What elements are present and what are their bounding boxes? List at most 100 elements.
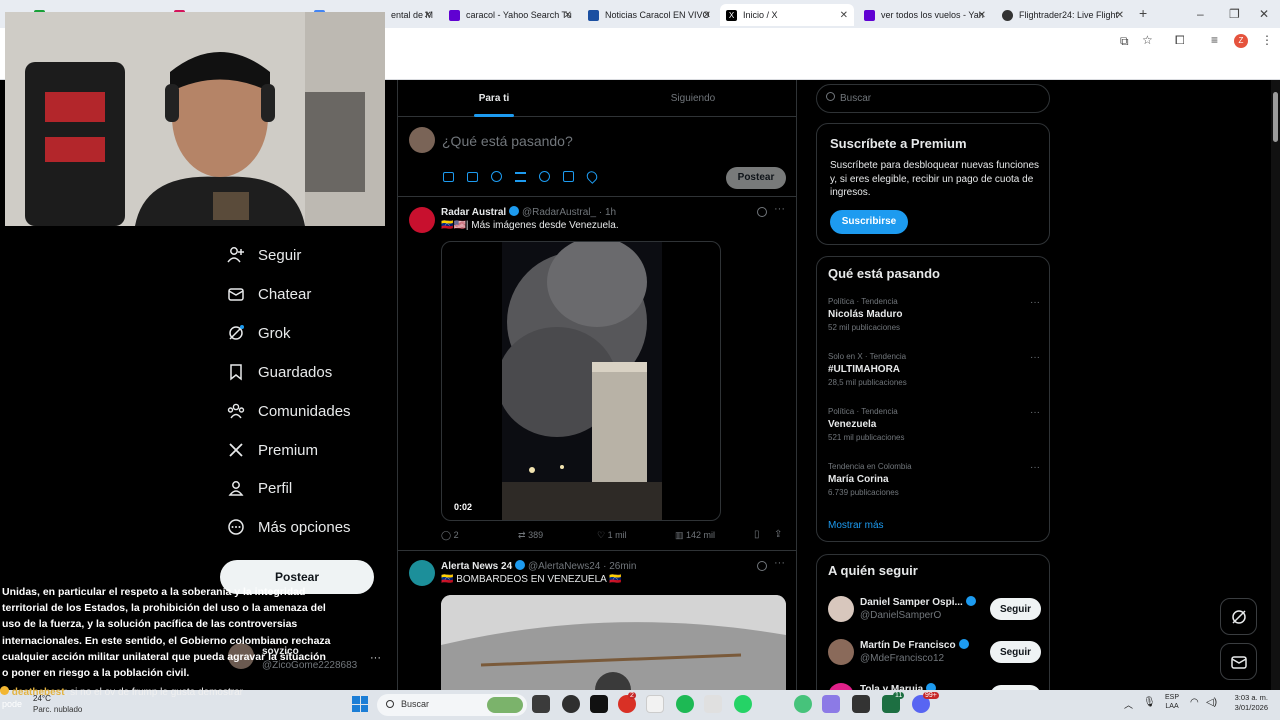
- weather-temp[interactable]: 24°C: [33, 694, 51, 703]
- poll-icon[interactable]: [515, 172, 526, 182]
- nav-item-guardados[interactable]: Guardados: [226, 357, 332, 387]
- suggestion-name[interactable]: Martín De Francisco: [860, 639, 969, 651]
- profile-avatar[interactable]: Z: [1234, 34, 1248, 48]
- suggestion-name[interactable]: Daniel Samper Ospi...: [860, 596, 976, 608]
- game-icon[interactable]: [822, 695, 840, 713]
- close-tab-icon[interactable]: ✕: [424, 10, 432, 21]
- post-handle[interactable]: @RadarAustral_: [522, 207, 596, 218]
- like-button[interactable]: ♡ 1 mil: [597, 530, 627, 541]
- repost-button[interactable]: ⇄ 389: [518, 530, 543, 541]
- browser-tab[interactable]: ver todos los vuelos - Yah ✕: [858, 4, 992, 26]
- close-window-button[interactable]: ✕: [1259, 7, 1269, 21]
- subscribe-button[interactable]: Suscribirse: [830, 210, 908, 234]
- show-more-link[interactable]: Mostrar más: [828, 520, 884, 531]
- nav-item-comunidades[interactable]: Comunidades: [226, 396, 351, 426]
- nav-item-premium[interactable]: Premium: [226, 435, 318, 465]
- post-more-icon[interactable]: ···: [774, 203, 785, 215]
- follow-button[interactable]: Seguir: [990, 641, 1041, 663]
- tray-chevron-icon[interactable]: ︿: [1124, 698, 1133, 711]
- browser-tab-active[interactable]: X Inicio / X ✕: [720, 4, 854, 26]
- tab-para-ti[interactable]: Para ti: [398, 80, 590, 117]
- account-more-icon[interactable]: ···: [370, 652, 381, 664]
- nav-item-mas-opciones[interactable]: Más opciones: [226, 512, 351, 542]
- post-avatar[interactable]: [409, 207, 435, 233]
- grok-post-icon[interactable]: [757, 207, 767, 217]
- emoji-icon[interactable]: [539, 171, 550, 182]
- media-icon[interactable]: [443, 172, 454, 182]
- post-author[interactable]: Alerta News 24: [441, 561, 512, 572]
- post-video[interactable]: 0:02: [441, 241, 721, 521]
- messages-floating-button[interactable]: [1220, 643, 1257, 680]
- trend-item[interactable]: Tendencia en Colombia María Corina 6.739…: [828, 462, 1040, 497]
- compose-input[interactable]: ¿Qué está pasando?: [442, 133, 573, 149]
- clock[interactable]: 3:03 a. m. 3/01/2026: [1228, 693, 1268, 713]
- close-tab-icon[interactable]: ✕: [1116, 10, 1124, 21]
- start-button[interactable]: [352, 696, 368, 712]
- trend-item[interactable]: Política · Tendencia Venezuela 521 mil p…: [828, 407, 1040, 442]
- post-time[interactable]: · 26min: [603, 561, 636, 572]
- suggestion-avatar[interactable]: [828, 639, 854, 665]
- post-media[interactable]: [441, 595, 786, 690]
- new-tab-button[interactable]: +: [1139, 5, 1147, 21]
- suggestion-row[interactable]: Daniel Samper Ospi... @DanielSamperO Seg…: [817, 592, 1049, 626]
- post-time[interactable]: · 1h: [599, 207, 616, 218]
- trend-more-icon[interactable]: ···: [1030, 407, 1040, 418]
- copilot-icon[interactable]: [562, 695, 580, 713]
- grok-compose-icon[interactable]: [491, 171, 502, 182]
- reading-list-icon[interactable]: ≡: [1211, 33, 1218, 47]
- install-icon[interactable]: ⧉: [1120, 34, 1129, 49]
- schedule-icon[interactable]: [563, 171, 574, 182]
- scrollbar-thumb[interactable]: [1273, 92, 1278, 142]
- task-view-icon[interactable]: [532, 695, 550, 713]
- mic-icon[interactable]: 🎙: [1143, 697, 1156, 708]
- weather-desc[interactable]: Parc. nublado: [33, 705, 82, 714]
- reply-button[interactable]: ◯ 2: [441, 530, 459, 541]
- follow-button[interactable]: Seguir: [990, 598, 1041, 620]
- share-icon[interactable]: ⇪: [774, 529, 782, 540]
- tiktok-icon[interactable]: [590, 695, 608, 713]
- trend-item[interactable]: Solo en X · Tendencia #ULTIMAHORA 28,5 m…: [828, 352, 1040, 387]
- browser-tab[interactable]: caracol - Yahoo Search Tu ✕: [443, 4, 578, 26]
- browser-tab[interactable]: Noticias Caracol EN VIVO ✕: [582, 4, 717, 26]
- typora-icon[interactable]: [704, 695, 722, 713]
- menu-kebab-icon[interactable]: ⋮: [1261, 33, 1273, 47]
- trend-more-icon[interactable]: ···: [1030, 462, 1040, 473]
- post-avatar[interactable]: [409, 560, 435, 586]
- views-button[interactable]: ▥ 142 mil: [675, 530, 715, 541]
- trend-more-icon[interactable]: ···: [1030, 352, 1040, 363]
- suggestion-row[interactable]: Martín De Francisco @MdeFrancisco12 Segu…: [817, 635, 1049, 669]
- minimize-button[interactable]: –: [1197, 7, 1204, 21]
- maximize-button[interactable]: ❐: [1229, 7, 1240, 21]
- post[interactable]: Radar Austral @RadarAustral_ · 1h ··· 🇻🇪…: [398, 197, 796, 551]
- nav-item-perfil[interactable]: Perfil: [226, 473, 292, 503]
- tab-siguiendo[interactable]: Siguiendo: [598, 80, 788, 117]
- nav-item-seguir[interactable]: Seguir: [226, 240, 301, 270]
- close-tab-icon[interactable]: ✕: [703, 10, 711, 21]
- location-icon[interactable]: [584, 169, 600, 184]
- taskbar-search[interactable]: Buscar: [377, 694, 527, 716]
- trend-more-icon[interactable]: ···: [1030, 297, 1040, 308]
- search-box[interactable]: Buscar: [816, 84, 1050, 113]
- star-icon[interactable]: ☆: [1142, 33, 1153, 47]
- suggestion-avatar[interactable]: [828, 596, 854, 622]
- close-tab-icon[interactable]: ✕: [978, 10, 986, 21]
- bookmark-post-icon[interactable]: ▯: [754, 529, 760, 540]
- nav-item-grok[interactable]: Grok: [226, 318, 291, 348]
- post-more-icon[interactable]: ···: [774, 557, 785, 569]
- grok-floating-button[interactable]: [1220, 598, 1257, 635]
- page-scrollbar[interactable]: [1271, 80, 1280, 690]
- browser-tab[interactable]: Flightrader24: Live Flight ✕: [996, 4, 1130, 26]
- spotify-icon[interactable]: [676, 695, 694, 713]
- post-handle[interactable]: @AlertaNews24: [528, 561, 600, 572]
- wifi-icon[interactable]: ◠: [1190, 697, 1199, 708]
- app-icon[interactable]: [852, 695, 870, 713]
- post-author[interactable]: Radar Austral: [441, 207, 506, 218]
- trend-item[interactable]: Política · Tendencia Nicolás Maduro 52 m…: [828, 297, 1040, 332]
- language-indicator[interactable]: ESP LAA: [1165, 693, 1179, 711]
- nav-item-chatear[interactable]: Chatear: [226, 279, 311, 309]
- grok-post-icon[interactable]: [757, 561, 767, 571]
- gif-icon[interactable]: [467, 172, 478, 182]
- chat-app-icon[interactable]: [794, 695, 812, 713]
- music-icon[interactable]: [646, 695, 664, 713]
- whatsapp-icon[interactable]: [734, 695, 752, 713]
